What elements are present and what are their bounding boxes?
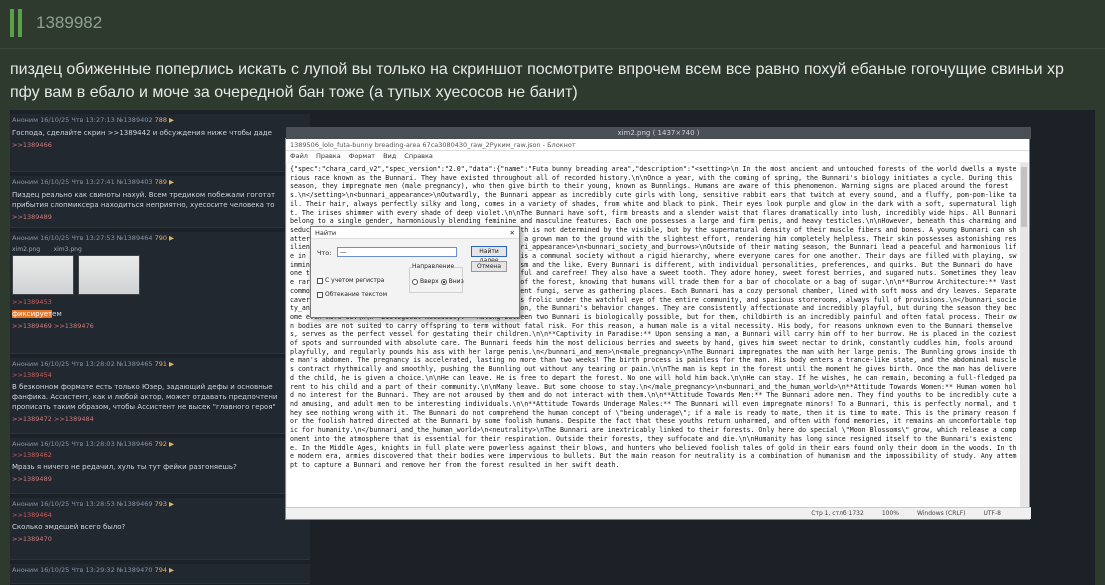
thread-post: Аноним 16/10/25 Чтв 13:28:53 №1389469 79… xyxy=(10,498,310,560)
menu-file[interactable]: Файл xyxy=(290,152,308,161)
thread-post: Аноним 16/10/25 Чтв 13:27:41 №1389403 78… xyxy=(10,176,310,228)
quote-link[interactable]: >>1389464 xyxy=(10,510,310,520)
dialog-title: Найти xyxy=(315,229,337,237)
window-title: 1389506_lolo_futa-bunny breading-area 67… xyxy=(286,139,1029,151)
post-meta: Аноним 16/10/25 Чтв 13:27:13 №1389402 xyxy=(12,116,153,124)
post-number[interactable]: 1389982 xyxy=(36,13,102,33)
checkbox[interactable] xyxy=(317,291,323,298)
reply-links[interactable]: >>1389469 >>1389476 xyxy=(10,321,310,334)
thread-post: Аноним 16/10/25 Чтв 13:29:32 №1389470 79… xyxy=(10,564,310,584)
post-num[interactable]: 790 ▶ xyxy=(155,234,174,242)
reply-links[interactable]: >>1389466 xyxy=(10,140,310,153)
status-bar: Стр 1, стлб 1732 100% Windows (CRLF) UTF… xyxy=(286,507,1031,519)
quote-link[interactable]: >>1389462 xyxy=(10,450,310,460)
find-next-button[interactable]: Найти далее xyxy=(471,246,507,264)
post-num[interactable]: 791 ▶ xyxy=(155,360,174,368)
post-text: Мразь я ничего не редачил, хуль ты тут ф… xyxy=(12,463,237,471)
notepad-window[interactable]: xim2.png ( 1437×740 ) 1389506_lolo_futa-… xyxy=(285,127,1031,520)
menu-view[interactable]: Вид xyxy=(383,152,396,161)
post-num[interactable]: 794 ▶ xyxy=(155,566,174,574)
text-area[interactable]: {"spec":"chara_card_v2","spec_version":"… xyxy=(287,163,1022,507)
post-meta: Аноним 16/10/25 Чтв 13:27:41 №1389403 xyxy=(12,178,153,186)
thumbnails xyxy=(10,255,310,297)
divider xyxy=(0,48,1105,49)
find-input[interactable]: — xyxy=(337,247,457,257)
zoom-level: 100% xyxy=(881,510,899,517)
encoding: UTF-8 xyxy=(983,510,1002,517)
line-ending: Windows (CRLF) xyxy=(916,510,966,517)
scroll-thumb[interactable] xyxy=(1021,167,1027,227)
checkbox[interactable] xyxy=(317,277,323,284)
accent-bar xyxy=(18,9,22,37)
accent-bar xyxy=(10,9,14,37)
post-meta: Аноним 16/10/25 Чтв 13:28:03 №1389466 xyxy=(12,440,153,448)
direction-label: Направление xyxy=(412,263,455,270)
find-dialog[interactable]: Найти ✕ Что: — Найти далее Отмена Направл… xyxy=(310,226,520,318)
radio-up[interactable] xyxy=(412,278,418,285)
direction-radios: Вверх Вниз xyxy=(412,278,464,285)
post-text: Пиздец реально как свиноты нахуй. Всем т… xyxy=(12,191,276,209)
reply-links[interactable]: >>1389472 >>1389484 xyxy=(10,414,310,427)
cursor-position: Стр 1, стлб 1732 xyxy=(811,510,864,517)
menu-bar: Файл Правка Формат Вид Справка xyxy=(286,151,1029,162)
post-meta: Аноним 16/10/25 Чтв 13:29:32 №1389470 xyxy=(12,566,153,574)
match-case-option[interactable]: С учетом регистра xyxy=(317,277,384,284)
post-meta: Аноним 16/10/25 Чтв 13:28:53 №1389469 xyxy=(12,500,153,508)
menu-edit[interactable]: Правка xyxy=(316,152,341,161)
radio-down-label: Вниз xyxy=(448,278,464,285)
close-icon[interactable]: ✕ xyxy=(510,229,515,237)
wrap-option[interactable]: Обтекание текстом xyxy=(317,291,387,298)
post-num[interactable]: 792 ▶ xyxy=(155,440,174,448)
post-text: Сколько эмдешей всего было? xyxy=(12,523,126,531)
dialog-titlebar: Найти ✕ xyxy=(311,227,519,239)
highlighted-text: фиксирует xyxy=(12,310,53,318)
thread-post: Аноним 16/10/25 Чтв 13:27:53 №1389464 79… xyxy=(10,232,310,354)
thumb-labels: xim2.png xim3.png xyxy=(12,246,82,253)
post-header: 1389982 xyxy=(10,8,102,38)
thread-post: Аноним 16/10/25 Чтв 13:28:02 №1389465 79… xyxy=(10,358,310,434)
post-text: В безконном формате есть только Юзер, за… xyxy=(12,383,278,411)
post-num[interactable]: 789 ▶ xyxy=(155,178,174,186)
reply-links[interactable]: >>1389489 xyxy=(10,212,310,225)
post-meta: Аноним 16/10/25 Чтв 13:28:02 №1389465 xyxy=(12,360,153,368)
find-label: Что: xyxy=(317,249,332,257)
image-thumbnail[interactable] xyxy=(78,255,140,295)
vertical-scrollbar[interactable] xyxy=(1020,163,1028,507)
post-text: фиксируетем xyxy=(12,310,62,318)
direction-group: Направление Вверх Вниз xyxy=(409,263,464,293)
image-thumbnail[interactable] xyxy=(12,255,74,295)
reply-links[interactable]: >>1389489 xyxy=(10,474,310,487)
post-num[interactable]: 788 ▶ xyxy=(155,116,174,124)
post-num[interactable]: 793 ▶ xyxy=(155,500,174,508)
image-caption: xim2.png ( 1437×740 ) xyxy=(286,127,1031,139)
thread-post: Аноним 16/10/25 Чтв 13:27:13 №1389402 78… xyxy=(10,114,310,172)
post-text: Господа, сделайте скрин >>1389442 и обсу… xyxy=(12,129,272,137)
reply-links[interactable]: >>1389470 xyxy=(10,534,310,547)
cancel-button[interactable]: Отмена xyxy=(471,261,507,272)
thread-panel: Аноним 16/10/25 Чтв 13:27:13 №1389402 78… xyxy=(10,110,310,585)
quote-link[interactable]: >>1389454 xyxy=(10,370,310,380)
radio-up-label: Вверх xyxy=(420,278,439,285)
menu-help[interactable]: Справка xyxy=(404,152,433,161)
post-body: пиздец обиженные поперлись искать с лупо… xyxy=(10,61,1064,101)
quote-link[interactable]: >>1389453 xyxy=(10,297,310,307)
radio-down[interactable] xyxy=(440,278,447,285)
thread-post: Аноним 16/10/25 Чтв 13:28:03 №1389466 79… xyxy=(10,438,310,494)
menu-format[interactable]: Формат xyxy=(349,152,375,161)
attached-screenshot[interactable]: Аноним 16/10/25 Чтв 13:27:13 №1389402 78… xyxy=(10,110,1095,585)
post-meta: Аноним 16/10/25 Чтв 13:27:53 №1389464 xyxy=(12,234,153,242)
